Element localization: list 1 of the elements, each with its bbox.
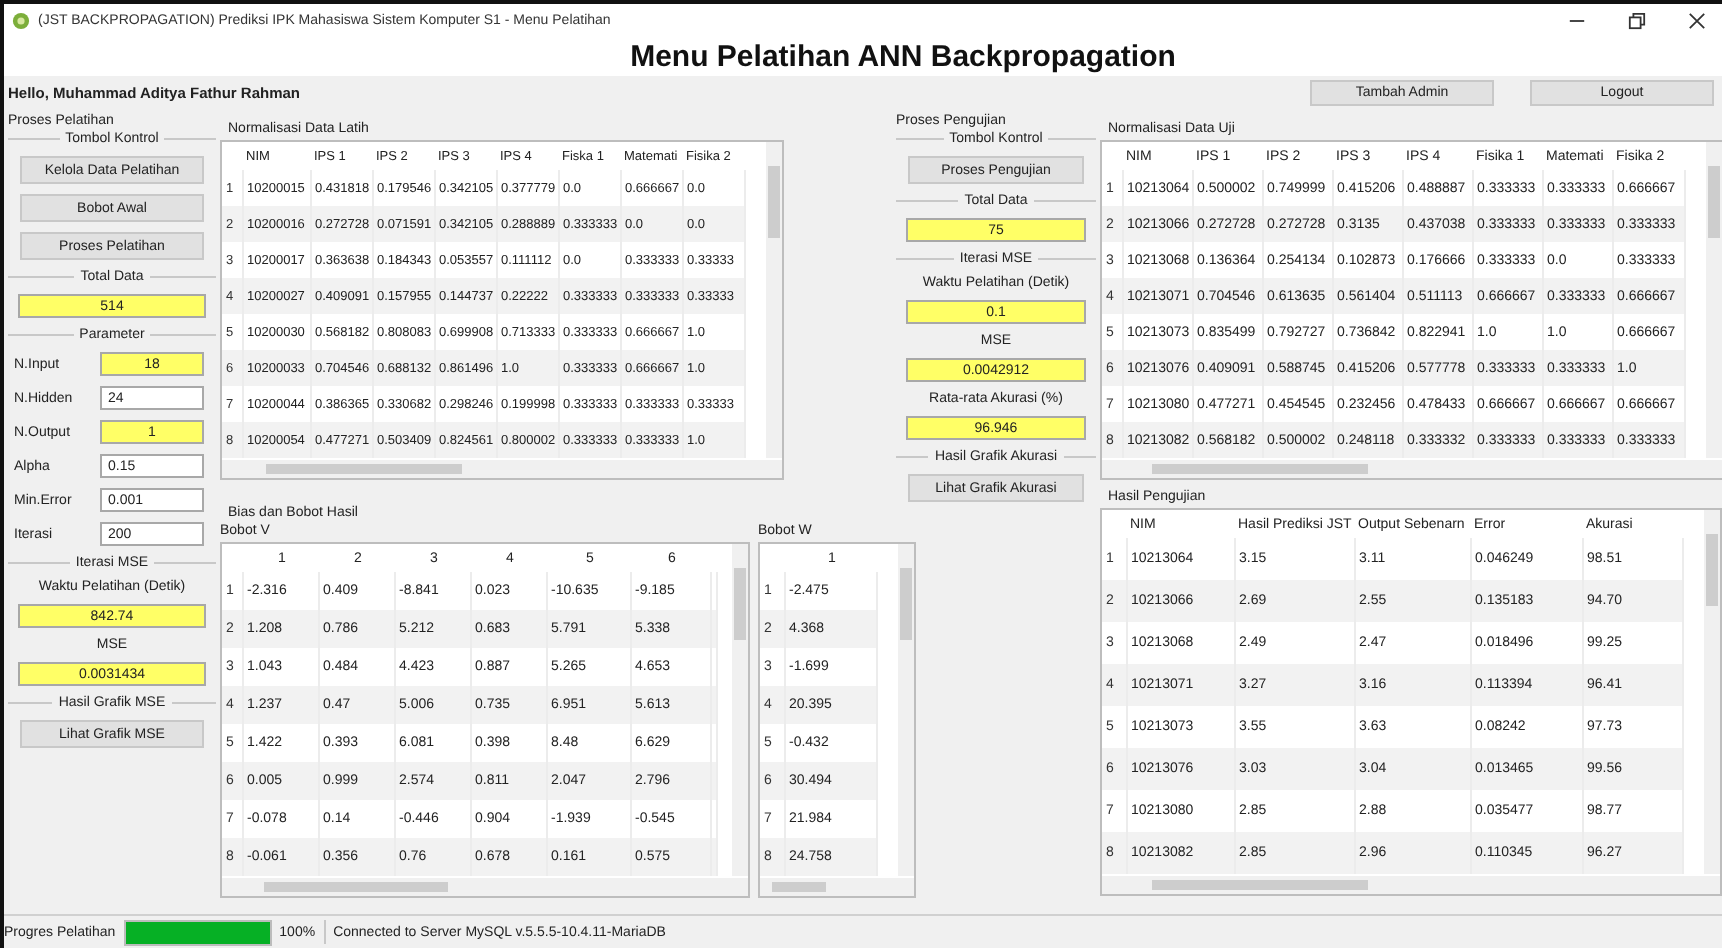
page-heading: Menu Pelatihan ANN Backpropagation (630, 39, 1176, 73)
